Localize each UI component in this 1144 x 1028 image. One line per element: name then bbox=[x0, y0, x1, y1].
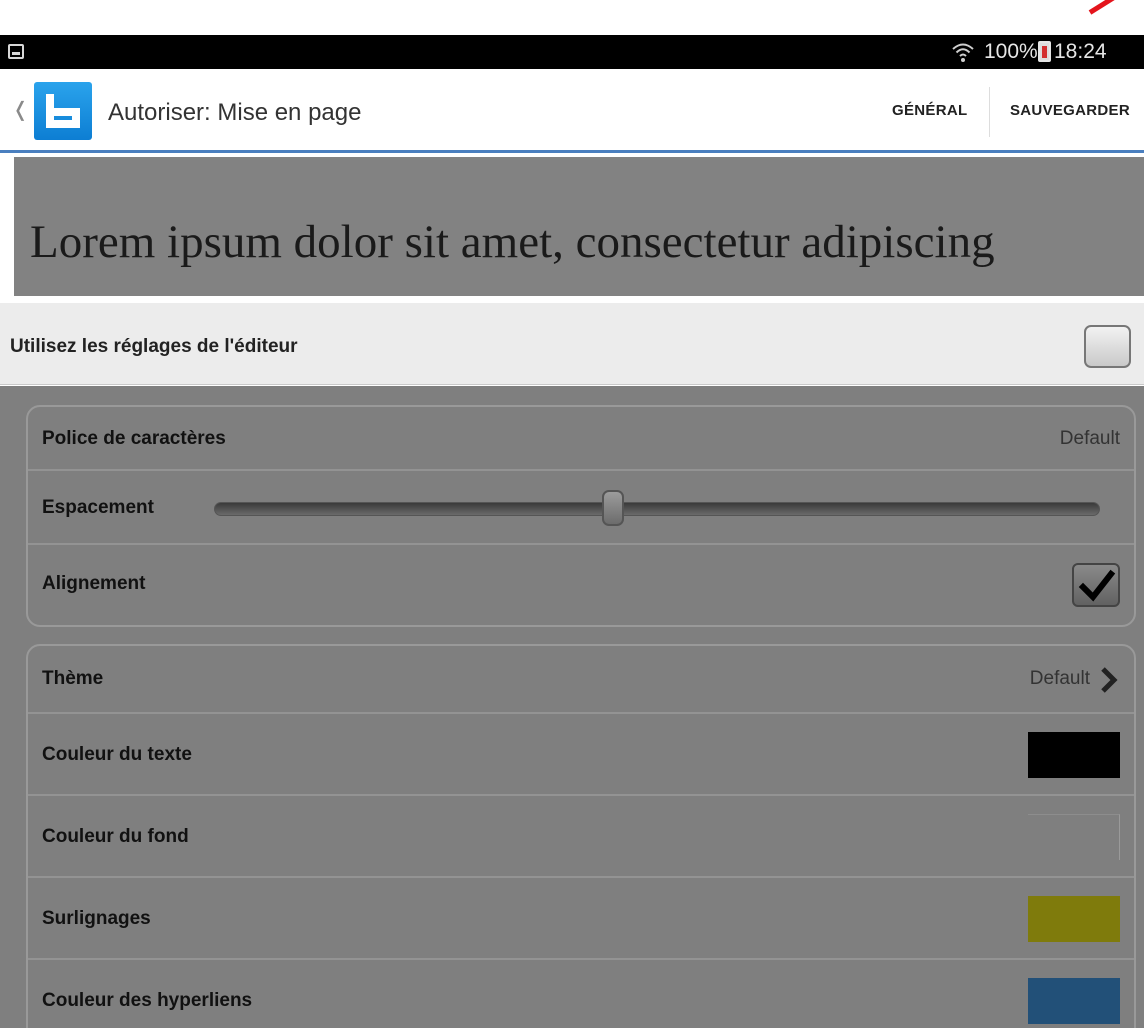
back-chevron-icon[interactable]: ❬ bbox=[12, 97, 29, 122]
preview-margin bbox=[0, 157, 14, 296]
theme-value: Default bbox=[1029, 668, 1090, 689]
save-button[interactable]: SAUVEGARDER bbox=[1010, 102, 1130, 119]
background-color-swatch[interactable] bbox=[1028, 814, 1120, 860]
app-bar: ❬ Autoriser: Mise en page GÉNÉRAL SAUVEG… bbox=[0, 69, 1144, 153]
spacing-slider[interactable] bbox=[214, 502, 1100, 516]
theme-settings-group: Thème Default Couleur du texte Couleur d… bbox=[26, 644, 1136, 1028]
checkmark-icon bbox=[1078, 569, 1116, 602]
general-button[interactable]: GÉNÉRAL bbox=[892, 102, 967, 119]
link-color-row[interactable]: Couleur des hyperliens bbox=[28, 960, 1134, 1028]
preview-text: Lorem ipsum dolor sit amet, consectetur … bbox=[30, 216, 995, 268]
font-row[interactable]: Police de caractères Default bbox=[28, 407, 1134, 471]
wifi-icon bbox=[952, 43, 974, 62]
link-color-swatch[interactable] bbox=[1028, 978, 1120, 1024]
spacing-slider-thumb[interactable] bbox=[601, 490, 624, 526]
text-color-row[interactable]: Couleur du texte bbox=[28, 714, 1134, 796]
chevron-right-icon bbox=[1101, 667, 1118, 693]
use-editor-settings-row[interactable]: Utilisez les réglages de l'éditeur bbox=[0, 303, 1144, 385]
font-value: Default bbox=[1059, 428, 1120, 449]
highlights-swatch[interactable] bbox=[1028, 896, 1120, 942]
alignment-row[interactable]: Alignement bbox=[28, 545, 1134, 625]
alignment-checkbox[interactable] bbox=[1072, 563, 1120, 607]
settings-panel: Police de caractères Default Espacement … bbox=[0, 386, 1144, 1028]
text-color-swatch[interactable] bbox=[1028, 732, 1120, 778]
highlights-row[interactable]: Surlignages bbox=[28, 878, 1134, 960]
background-color-label: Couleur du fond bbox=[42, 826, 189, 847]
status-bar: 100% 18:24 bbox=[0, 35, 1144, 69]
action-divider bbox=[989, 87, 990, 137]
background-color-row[interactable]: Couleur du fond bbox=[28, 796, 1134, 878]
text-preview: Lorem ipsum dolor sit amet, consectetur … bbox=[14, 157, 1144, 296]
spacing-label: Espacement bbox=[42, 497, 154, 518]
app-logo[interactable] bbox=[34, 82, 92, 140]
font-label: Police de caractères bbox=[42, 428, 226, 449]
page-title: Autoriser: Mise en page bbox=[108, 99, 362, 126]
highlights-label: Surlignages bbox=[42, 908, 151, 929]
theme-row[interactable]: Thème Default bbox=[28, 646, 1134, 714]
text-color-label: Couleur du texte bbox=[42, 744, 192, 765]
annotation-mark bbox=[1088, 0, 1126, 15]
battery-icon bbox=[1038, 41, 1051, 62]
layout-settings-group: Police de caractères Default Espacement … bbox=[26, 405, 1136, 627]
screenshot-icon bbox=[8, 44, 24, 59]
spacing-row: Espacement bbox=[28, 471, 1134, 545]
clock: 18:24 bbox=[1054, 40, 1107, 63]
use-editor-settings-label: Utilisez les réglages de l'éditeur bbox=[10, 336, 298, 357]
alignment-label: Alignement bbox=[42, 573, 146, 594]
use-editor-settings-checkbox[interactable] bbox=[1084, 325, 1131, 368]
battery-percent: 100% bbox=[984, 40, 1038, 63]
theme-label: Thème bbox=[42, 668, 104, 689]
link-color-label: Couleur des hyperliens bbox=[42, 990, 253, 1011]
